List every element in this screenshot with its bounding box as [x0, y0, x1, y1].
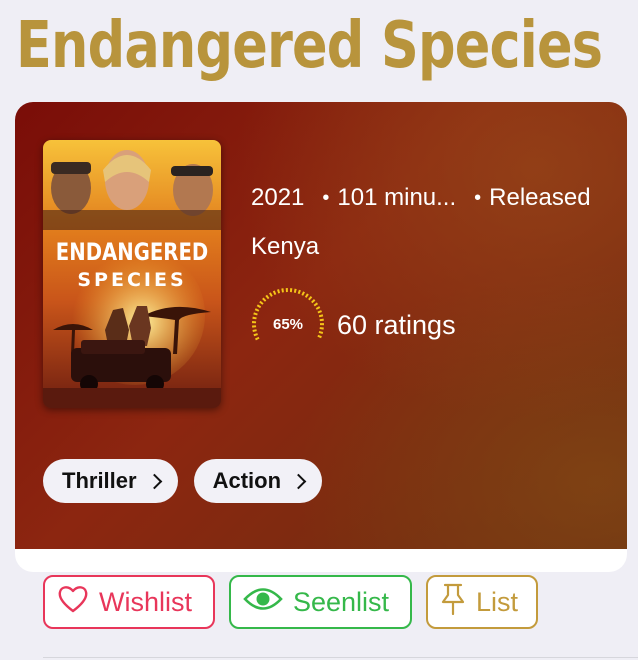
genre-chip-thriller[interactable]: Thriller [43, 459, 178, 503]
divider [43, 657, 638, 658]
release-year: 2021 [251, 184, 305, 211]
movie-card: ENDANGERED SPECIES 2021 • 101 minu... • [15, 102, 627, 572]
genre-chip-action[interactable]: Action [193, 459, 323, 503]
chevron-right-icon [146, 473, 162, 489]
list-label: List [476, 586, 519, 617]
rating-percent: 65% [272, 315, 304, 333]
genre-list: Thriller Action [43, 459, 323, 503]
runtime: 101 minu... [337, 184, 457, 211]
meta-separator: • [474, 186, 482, 209]
seenlist-label: Seenlist [293, 586, 390, 617]
pin-icon [440, 583, 466, 622]
movie-hero: ENDANGERED SPECIES 2021 • 101 minu... • [15, 102, 627, 549]
heart-icon [57, 584, 89, 621]
rating-ring: 65% [251, 287, 325, 361]
production-country: Kenya [251, 233, 320, 260]
chevron-right-icon [290, 473, 307, 489]
release-status: Released [489, 184, 591, 211]
genre-label: Thriller [62, 468, 137, 493]
list-button[interactable]: List [426, 575, 538, 629]
poster-title-line2: SPECIES [77, 269, 186, 291]
wishlist-label: Wishlist [99, 586, 192, 617]
genre-label: Action [212, 468, 282, 493]
movie-poster[interactable]: ENDANGERED SPECIES [43, 140, 221, 408]
poster-title-line1: ENDANGERED [56, 239, 208, 266]
eye-icon [243, 586, 283, 619]
movie-meta-row: 2021 • 101 minu... • Released [251, 184, 591, 212]
action-buttons: Wishlist Seenlist List [43, 575, 538, 629]
seenlist-button[interactable]: Seenlist [229, 575, 412, 629]
ratings-count: 60 ratings [337, 310, 456, 340]
page-title: Endangered Species [16, 9, 603, 83]
meta-separator: • [322, 186, 330, 209]
wishlist-button[interactable]: Wishlist [43, 575, 215, 629]
